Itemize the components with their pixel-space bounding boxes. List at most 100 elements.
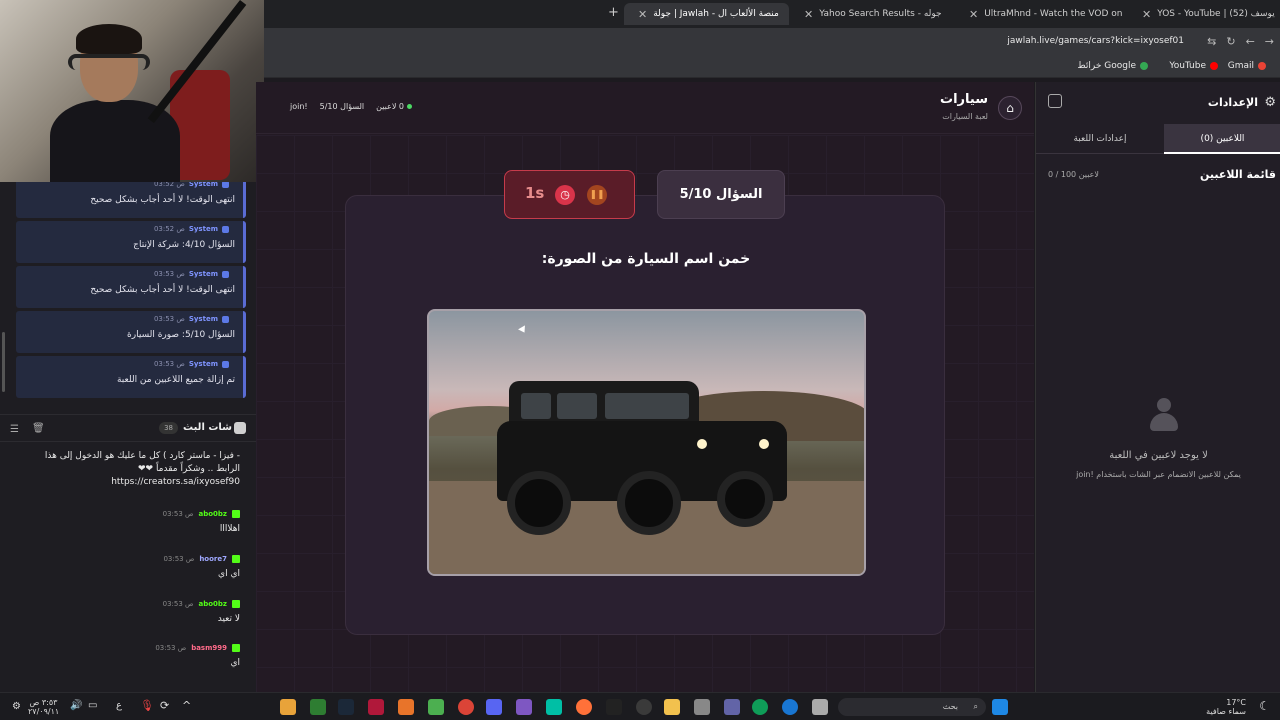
kick-badge-icon — [232, 644, 240, 652]
app-notepad-icon[interactable] — [812, 699, 828, 715]
app-x-icon[interactable] — [606, 699, 622, 715]
app-browser-icon[interactable] — [782, 699, 798, 715]
pinned-link[interactable]: https://creators.sa/ixyosef90 — [20, 476, 240, 489]
timer-box: 1s ◷ ❚❚ — [504, 170, 635, 219]
moon-icon: ☾ — [1259, 699, 1270, 713]
sync-icon[interactable]: ⟳ — [160, 699, 169, 712]
pause-button[interactable]: ❚❚ — [587, 185, 607, 205]
kick-badge-icon — [232, 555, 240, 563]
collapse-chat-icon[interactable]: ☰ — [10, 424, 19, 435]
settings-tabs: اللاعبين (0) إعدادات اللعبة — [1036, 124, 1280, 154]
weather-widget[interactable]: 17°C سماء صافية — [1206, 698, 1246, 716]
settings-panel: ⚙ الإعدادات اللاعبين (0) إعدادات اللعبة … — [1035, 82, 1280, 692]
empty-state-title: لا يوجد لاعبين في اللعبة — [1109, 450, 1208, 461]
system-message: 03:53 ص System انتهى الوقت! لا أحد أجاب ب… — [16, 266, 246, 308]
app-edge-icon[interactable] — [752, 699, 768, 715]
system-message: 03:53 ص System تم إزالة جميع اللاعبين من … — [16, 356, 246, 398]
gmail-icon — [1258, 62, 1266, 70]
car-image — [427, 309, 866, 576]
system-message: 03:53 ص System السؤال 5/10: صورة السيارة — [16, 311, 246, 353]
game-subtitle: لعبة السيارات — [942, 112, 988, 121]
close-icon[interactable]: ✕ — [969, 8, 978, 21]
tab-jawlah[interactable]: ✕ جولة | Jawlah - منصة الألعاب ال — [624, 3, 789, 25]
app-a-icon[interactable] — [368, 699, 384, 715]
game-header: ⌂ سيارات لعبة السيارات 0 لاعبين السؤال 5… — [256, 82, 1034, 134]
app-obs-icon[interactable] — [516, 699, 532, 715]
game-stats: 0 لاعبين السؤال 5/10 !join — [290, 102, 413, 111]
taskbar-search[interactable]: بحث ⌕ — [838, 698, 986, 716]
players-online: 0 لاعبين — [376, 102, 413, 111]
close-icon[interactable]: ✕ — [638, 8, 647, 21]
viewer-count-badge: 38 — [159, 422, 178, 434]
players-count: 0 / 100 لاعبين — [1048, 170, 1099, 179]
app-teams-icon[interactable] — [724, 699, 740, 715]
url-field[interactable]: jawlah.live/games/cars?kick=ixyosef01 — [1007, 36, 1184, 46]
bookmark-youtube[interactable]: YouTube — [1169, 61, 1218, 71]
app-explorer-icon[interactable] — [664, 699, 680, 715]
clock-icon: ◷ — [555, 185, 575, 205]
game-area: ⌂ سيارات لعبة السيارات 0 لاعبين السؤال 5… — [256, 82, 1034, 692]
tab-game-settings[interactable]: إعدادات اللعبة — [1036, 124, 1164, 154]
system-badge-icon — [222, 315, 229, 323]
tab-players[interactable]: اللاعبين (0) — [1164, 124, 1280, 154]
collapse-panel-icon[interactable] — [1048, 94, 1062, 108]
tab-yahoo[interactable]: ✕ Yahoo Search Results - جوله — [790, 3, 952, 25]
maps-icon — [1140, 62, 1148, 70]
chat-message: 03:53 ص abo0bz اهلاااا — [162, 510, 240, 534]
app-store-icon[interactable] — [546, 699, 562, 715]
app-chrome2-icon[interactable] — [458, 699, 474, 715]
app-chrome-icon[interactable] — [280, 699, 296, 715]
network-icon[interactable]: ▭ — [88, 700, 97, 711]
settings-icon[interactable]: ⚙ — [12, 701, 21, 712]
app-blender-icon[interactable] — [398, 699, 414, 715]
site-settings-icon[interactable]: ⇆ — [1207, 35, 1216, 48]
youtube-icon — [1210, 62, 1218, 70]
chat-message: 03:53 ص abo0bz لا تعيد — [162, 600, 240, 624]
kick-badge-icon — [232, 510, 240, 518]
chat-icon — [234, 422, 246, 434]
windows-start-icon[interactable] — [992, 699, 1008, 715]
system-badge-icon — [222, 225, 229, 233]
app-photos-icon[interactable] — [694, 699, 710, 715]
new-tab-button[interactable]: + — [608, 5, 619, 20]
app-minecraft-icon[interactable] — [428, 699, 444, 715]
app-circle-icon[interactable] — [636, 699, 652, 715]
back-icon[interactable]: → — [1265, 35, 1274, 48]
system-clock[interactable]: ٣:٥٣ ص ٢٧/٠٩/١١ — [28, 698, 59, 716]
chat-message: 03:53 ص basm999 اي — [155, 644, 240, 668]
game-title: سيارات — [940, 92, 988, 107]
close-icon[interactable]: ✕ — [1142, 8, 1151, 21]
system-badge-icon — [222, 270, 229, 278]
chevron-up-icon[interactable]: ^ — [182, 699, 191, 712]
kick-badge-icon — [232, 600, 240, 608]
user-placeholder-icon — [1150, 398, 1178, 432]
tab-youtube[interactable]: ✕ YOS - YouTube | يوسف (52) — [1128, 3, 1280, 25]
bookmark-maps[interactable]: خرائط Google — [1077, 61, 1148, 71]
app-xbox-icon[interactable] — [310, 699, 326, 715]
windows-taskbar: ⚙ ٣:٥٣ ص ٢٧/٠٩/١١ 🔊 ▭ ع 🎙 ⟳ ^ بحث ⌕ 17°C… — [0, 692, 1280, 720]
players-list-title: قائمة اللاعبين — [1200, 168, 1276, 181]
app-discord-icon[interactable] — [486, 699, 502, 715]
bookmark-gmail[interactable]: Gmail — [1228, 61, 1266, 71]
microphone-icon[interactable]: 🎙 — [140, 699, 154, 712]
language-icon[interactable]: ع — [116, 700, 122, 711]
webcam-overlay — [0, 0, 264, 182]
search-icon: ⌕ — [973, 702, 978, 711]
app-steam-icon[interactable] — [338, 699, 354, 715]
trash-icon[interactable]: 🗑 — [32, 423, 45, 434]
forward-icon[interactable]: ← — [1246, 35, 1255, 48]
screen: ✕ YOS - YouTube | يوسف (52) ✕ UltraMhnd … — [0, 0, 1280, 720]
question-card: خمن اسم السيارة من الصورة: — [345, 195, 945, 635]
chat-scrollbar[interactable] — [2, 332, 5, 392]
volume-icon[interactable]: 🔊 — [70, 700, 82, 711]
settings-title: الإعدادات — [1207, 96, 1258, 109]
app-firefox-icon[interactable] — [576, 699, 592, 715]
reload-icon[interactable]: ↻ — [1226, 35, 1235, 48]
tab-kick[interactable]: ✕ UltraMhnd - Watch the VOD on — [955, 3, 1125, 25]
jeep-picture — [497, 381, 787, 535]
close-icon[interactable]: ✕ — [804, 8, 813, 21]
empty-state-hint: يمكن للاعبين الانضمام عبر الشات باستخدام… — [1076, 470, 1241, 479]
system-message: 03:52 ص System السؤال 4/10: شركة الإنتاج — [16, 221, 246, 263]
timer-seconds: 1s — [525, 184, 545, 202]
home-button[interactable]: ⌂ — [998, 96, 1022, 120]
